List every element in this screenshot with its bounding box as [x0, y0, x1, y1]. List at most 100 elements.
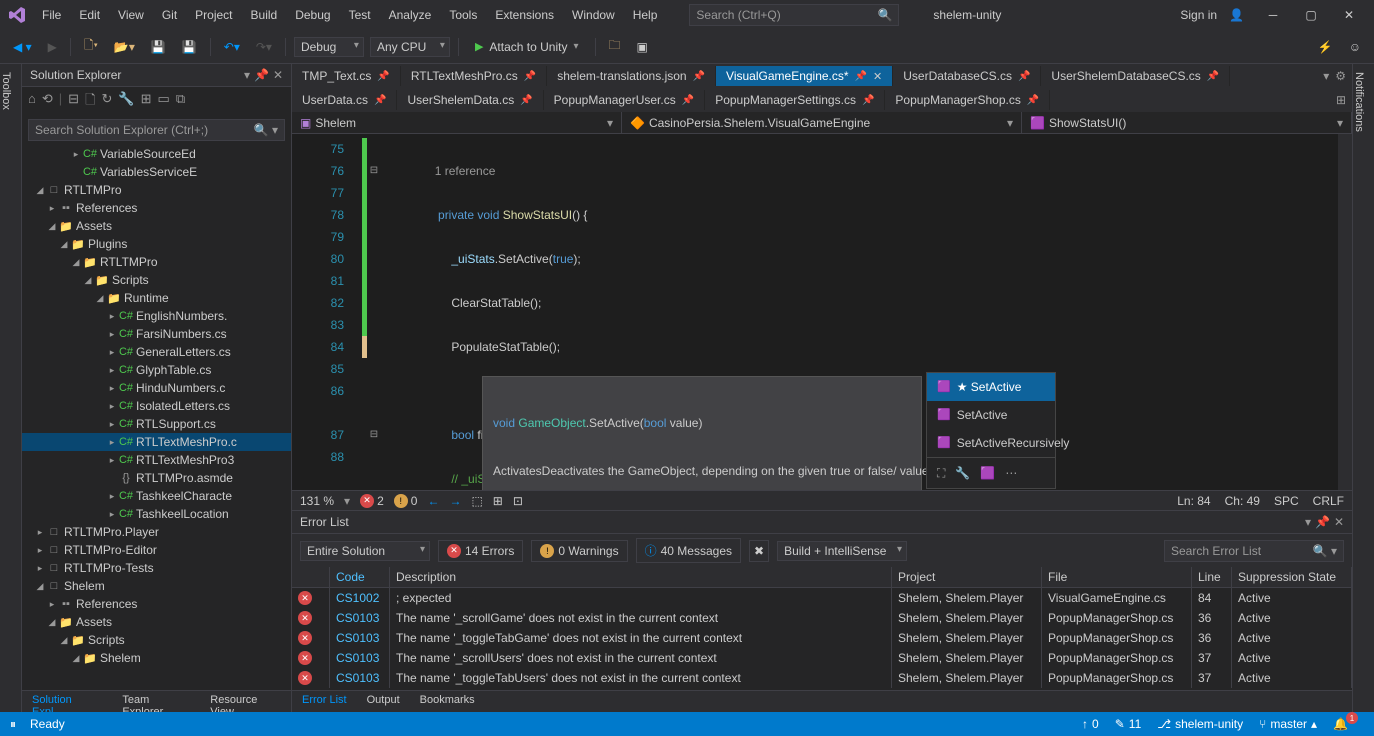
collapse-icon[interactable]: ⊟	[68, 91, 79, 113]
unity-tool-button[interactable]: 🗀	[604, 33, 626, 60]
split-icon[interactable]: ⊞	[1336, 93, 1346, 107]
branch-indicator[interactable]: ⑂ master ▴	[1259, 717, 1317, 731]
refresh-icon[interactable]: ↻	[102, 91, 113, 113]
col-header[interactable]: Suppression State	[1232, 567, 1352, 587]
config-dropdown[interactable]: Debug	[294, 37, 364, 57]
pin-icon[interactable]: 📌	[862, 95, 874, 106]
pin-icon[interactable]: 📌	[524, 71, 536, 82]
close-button[interactable]: ✕	[1332, 3, 1366, 27]
nav-tool-icon[interactable]: ⊞	[493, 494, 503, 508]
attach-to-unity-button[interactable]: ▶ Attach to Unity ▾	[467, 38, 587, 56]
close-panel-icon[interactable]: ✕	[1334, 515, 1344, 529]
more-icon[interactable]: ⋯	[1005, 462, 1017, 484]
pin-icon[interactable]: 📌	[682, 95, 694, 106]
col-header[interactable]: Code	[330, 567, 390, 587]
live-share-button[interactable]: ⚡	[1313, 37, 1338, 57]
build-dropdown[interactable]: Build + IntelliSense	[777, 541, 907, 561]
left-tab[interactable]: Team Explorer	[112, 691, 200, 712]
menu-window[interactable]: Window	[564, 4, 623, 26]
scope-dropdown[interactable]: Entire Solution	[300, 541, 430, 561]
tree-item[interactable]: ▸C#TashkeelLocation	[22, 505, 291, 523]
left-tab[interactable]: Resource View	[200, 691, 291, 712]
doc-tab[interactable]: PopupManagerShop.cs 📌	[885, 90, 1050, 110]
bottom-tab[interactable]: Bookmarks	[410, 691, 485, 712]
pin-icon[interactable]: 📌	[377, 71, 389, 82]
changes-indicator[interactable]: ✎ 11	[1115, 717, 1142, 731]
pin-icon[interactable]: 📌	[520, 95, 532, 106]
tree-item[interactable]: ◢📁Assets	[22, 613, 291, 631]
expand-icon[interactable]: ⛶	[937, 462, 945, 484]
menu-build[interactable]: Build	[243, 4, 286, 26]
pin-icon[interactable]: 📌	[693, 71, 705, 82]
doc-tab[interactable]: TMP_Text.cs 📌	[292, 66, 401, 86]
left-tab[interactable]: Solution Expl...	[22, 691, 112, 712]
tree-item[interactable]: ▸□RTLTMPro-Editor	[22, 541, 291, 559]
toolbox-tab[interactable]: Toolbox	[0, 64, 22, 712]
col-header[interactable]: File	[1042, 567, 1192, 587]
user-icon[interactable]: 👤	[1229, 8, 1244, 22]
sync-icon[interactable]: ⟲	[42, 91, 53, 113]
doc-tab[interactable]: UserDatabaseCS.cs 📌	[893, 66, 1041, 86]
doc-tab[interactable]: RTLTextMeshPro.cs 📌	[401, 66, 547, 86]
platform-dropdown[interactable]: Any CPU	[370, 37, 450, 57]
pin-icon[interactable]: 📌	[1018, 71, 1030, 82]
doc-tab[interactable]: PopupManagerSettings.cs 📌	[705, 90, 885, 110]
doc-tab[interactable]: PopupManagerUser.cs 📌	[544, 90, 706, 110]
nav-up-icon[interactable]: ⬚	[471, 494, 482, 508]
tree-item[interactable]: ▸▪▪References	[22, 199, 291, 217]
namespace-dropdown[interactable]: ▣Shelem▾	[292, 112, 622, 133]
preview-icon[interactable]: ▭	[158, 91, 170, 113]
tree-item[interactable]: ▸C#IsolatedLetters.cs	[22, 397, 291, 415]
minimize-button[interactable]: ─	[1256, 3, 1290, 27]
tree-item[interactable]: ▸C#FarsiNumbers.cs	[22, 325, 291, 343]
menu-git[interactable]: Git	[154, 4, 185, 26]
menu-extensions[interactable]: Extensions	[487, 4, 562, 26]
tree-item[interactable]: ▸□RTLTMPro-Tests	[22, 559, 291, 577]
feedback-button[interactable]: ☺	[1344, 37, 1366, 57]
doc-tab[interactable]: UserData.cs 📌	[292, 90, 397, 110]
tree-item[interactable]: ▸C#RTLTextMeshPro3	[22, 451, 291, 469]
dropdown-icon[interactable]: ▾	[1305, 515, 1311, 529]
class-dropdown[interactable]: 🔶CasinoPersia.Shelem.VisualGameEngine▾	[622, 112, 1022, 133]
menu-tools[interactable]: Tools	[441, 4, 485, 26]
save-all-button[interactable]: 💾	[177, 37, 202, 57]
intellisense-item[interactable]: 🟪★ SetActive	[927, 373, 1055, 401]
filter-icon[interactable]: ⊞	[141, 91, 152, 113]
tree-item[interactable]: ▸C#RTLTextMeshPro.c	[22, 433, 291, 451]
error-search-input[interactable]: Search Error List🔍 ▾	[1164, 540, 1344, 562]
errors-filter[interactable]: ✕14 Errors	[438, 540, 523, 562]
tree-item[interactable]: ◢📁Scripts	[22, 631, 291, 649]
solution-search-input[interactable]: Search Solution Explorer (Ctrl+;) 🔍 ▾	[28, 119, 285, 141]
method-dropdown[interactable]: 🟪ShowStatsUI()▾	[1022, 112, 1352, 133]
menu-file[interactable]: File	[34, 4, 69, 26]
maximize-button[interactable]: ▢	[1294, 3, 1328, 27]
pin-icon[interactable]: 📌	[855, 71, 867, 82]
menu-project[interactable]: Project	[187, 4, 240, 26]
push-indicator[interactable]: ↑ 0	[1082, 717, 1099, 731]
debug-tool-button[interactable]: ▣	[632, 37, 653, 57]
save-button[interactable]: 💾	[146, 37, 171, 57]
menu-test[interactable]: Test	[341, 4, 379, 26]
menu-help[interactable]: Help	[625, 4, 666, 26]
pause-icon[interactable]: ⏸	[10, 717, 16, 732]
menu-analyze[interactable]: Analyze	[381, 4, 440, 26]
error-indicator[interactable]: ✕2	[360, 494, 384, 508]
editor-scrollbar[interactable]	[1338, 134, 1352, 490]
tree-item[interactable]: ▸□RTLTMPro.Player	[22, 523, 291, 541]
doc-tab[interactable]: VisualGameEngine.cs* 📌 ✕	[716, 66, 893, 86]
menu-debug[interactable]: Debug	[287, 4, 338, 26]
properties-icon[interactable]: 🔧	[118, 91, 134, 113]
solution-tree[interactable]: ▸C#VariableSourceEdC#VariablesServiceE◢□…	[22, 143, 291, 690]
tree-item[interactable]: ▸C#EnglishNumbers.	[22, 307, 291, 325]
warnings-filter[interactable]: !0 Warnings	[531, 540, 627, 562]
bottom-tab[interactable]: Error List	[292, 691, 357, 712]
notifications-icon[interactable]: 🔔1	[1333, 717, 1364, 731]
global-search-input[interactable]: Search (Ctrl+Q) 🔍	[689, 4, 899, 26]
overflow-icon[interactable]: ▾	[1323, 69, 1329, 83]
tree-item[interactable]: C#VariablesServiceE	[22, 163, 291, 181]
error-row[interactable]: ✕CS1002; expectedShelem, Shelem.PlayerVi…	[292, 588, 1352, 608]
sign-in-link[interactable]: Sign in	[1180, 8, 1217, 22]
intellisense-item[interactable]: 🟪SetActiveRecursively	[927, 429, 1055, 457]
col-header[interactable]: Project	[892, 567, 1042, 587]
close-tab-icon[interactable]: ✕	[873, 70, 882, 83]
